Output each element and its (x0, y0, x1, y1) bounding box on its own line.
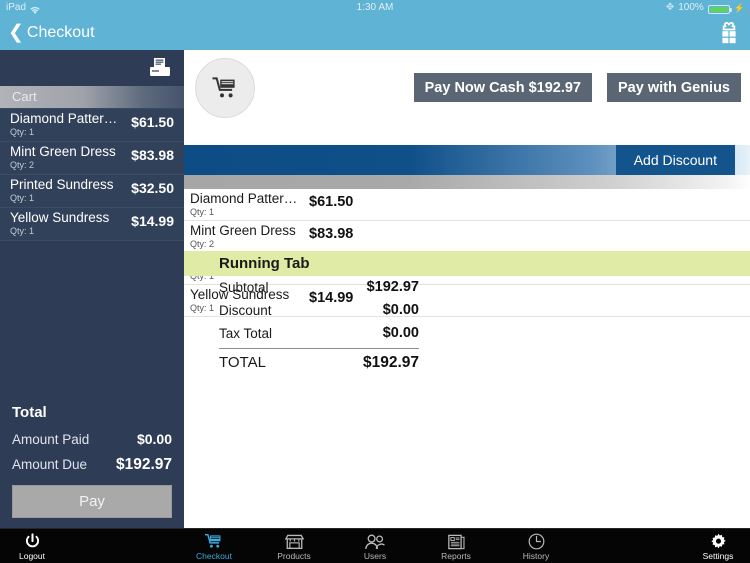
clock-icon (528, 532, 545, 550)
sidebar-totals: Total Amount Paid $0.00 Amount Due $192.… (0, 398, 184, 528)
nav-bar: ❮ Checkout (0, 16, 750, 50)
receipt-item[interactable]: Mint Green Dress Qty: 2 $83.98 (184, 221, 750, 253)
receipt-item-amount: $61.50 (309, 194, 354, 210)
status-bar-right: ✥ 100% ⚡ (666, 0, 745, 16)
cart-list-item[interactable]: Yellow Sundress Qty: 1 $14.99 (0, 208, 184, 241)
amount-paid-label: Amount Paid (12, 432, 90, 447)
amount-paid-value: $0.00 (136, 431, 172, 447)
subtotal-label: Subtotal (219, 280, 269, 295)
tab-users[interactable]: Users (339, 529, 411, 563)
cart-item-amount: $83.98 (131, 147, 174, 163)
amount-due-value: $192.97 (115, 456, 172, 473)
tab-reports-label: Reports (441, 551, 471, 561)
discount-row: Discount $0.00 (219, 299, 419, 322)
subtotal-value: $192.97 (366, 279, 419, 295)
totals-title: Total (12, 404, 47, 421)
shopping-cart-icon (204, 532, 225, 550)
cart-item-list: Diamond Patter… Qty: 1 $61.50 Mint Green… (0, 108, 184, 241)
chevron-left-icon: ❮ (8, 21, 24, 43)
amount-due-label: Amount Due (12, 457, 88, 472)
grand-total-row: TOTAL $192.97 (219, 351, 419, 374)
cart-list-item[interactable]: Printed Sundress Qty: 1 $32.50 (0, 175, 184, 208)
tab-checkout-label: Checkout (196, 551, 232, 561)
tab-logout-label: Logout (19, 551, 45, 561)
discount-bar: Add Discount (184, 145, 750, 175)
receipt-item-qty: Qty: 1 (190, 207, 215, 217)
running-tab-header: Running Tab (184, 251, 750, 276)
main-toolbar: Pay Now Cash $192.97 Pay with Genius (184, 50, 750, 145)
receipt-item-name: Mint Green Dress (190, 223, 296, 238)
running-tab-body: Subtotal $192.97 Discount $0.00 Tax Tota… (184, 276, 750, 374)
tab-products[interactable]: Products (258, 529, 330, 563)
tab-logout[interactable]: Logout (0, 529, 64, 563)
battery-icon (707, 4, 732, 14)
subtotal-row: Subtotal $192.97 (219, 276, 419, 299)
store-icon (284, 532, 304, 550)
receipt-item-qty: Qty: 2 (190, 239, 215, 249)
pos-checkout-screen: iPad 1:30 AM ✥ 100% ⚡ ❮ Checkout Cart Di… (0, 0, 750, 563)
gift-button[interactable] (716, 21, 742, 45)
cart-item-amount: $61.50 (131, 114, 174, 130)
amount-paid-row: Amount Paid $0.00 (12, 427, 172, 452)
users-icon (364, 532, 386, 550)
tax-total-row: Tax Total $0.00 (219, 322, 419, 345)
add-discount-button[interactable]: Add Discount (615, 145, 735, 175)
power-icon (24, 532, 41, 550)
battery-percent-label: 100% (678, 2, 704, 13)
tax-total-value: $0.00 (382, 325, 419, 341)
totals-divider (219, 348, 419, 349)
tab-settings[interactable]: Settings (686, 529, 750, 563)
grand-total-label: TOTAL (219, 354, 266, 371)
printer-icon (150, 58, 170, 76)
cart-list-item[interactable]: Diamond Patter… Qty: 1 $61.50 (0, 109, 184, 142)
print-button[interactable] (148, 57, 172, 79)
status-bar-time: 1:30 AM (356, 2, 394, 13)
bluetooth-icon: ✥ (665, 2, 675, 13)
cart-item-amount: $14.99 (131, 213, 174, 229)
gear-icon (710, 532, 727, 550)
cart-header: Cart (0, 86, 184, 108)
pay-button[interactable]: Pay (12, 485, 172, 518)
cart-sidebar: Cart Diamond Patter… Qty: 1 $61.50 Mint … (0, 50, 184, 528)
back-button[interactable]: ❮ Checkout (8, 16, 95, 50)
amount-due-row: Amount Due $192.97 (12, 452, 172, 477)
gradient-divider (184, 175, 750, 189)
grand-total-value: $192.97 (362, 354, 419, 371)
cart-avatar-button[interactable] (195, 58, 255, 118)
tab-checkout[interactable]: Checkout (178, 529, 250, 563)
discount-label: Discount (219, 303, 272, 318)
sidebar-toolbar (0, 50, 184, 86)
charging-bolt-icon: ⚡ (733, 3, 745, 13)
tab-reports[interactable]: Reports (420, 529, 492, 563)
shopping-cart-icon (212, 77, 235, 98)
tax-total-label: Tax Total (219, 326, 273, 341)
tab-users-label: Users (363, 551, 387, 561)
receipt-item[interactable]: Diamond Patter… Qty: 1 $61.50 (184, 189, 750, 221)
tab-settings-label: Settings (702, 551, 734, 561)
tab-history-label: History (522, 551, 550, 561)
main-panel: Pay Now Cash $192.97 Pay with Genius Add… (184, 50, 750, 528)
discount-value: $0.00 (382, 302, 419, 318)
pay-with-genius-button[interactable]: Pay with Genius (607, 73, 741, 102)
gift-icon (722, 21, 736, 44)
receipt-item-amount: $83.98 (309, 226, 354, 242)
cart-list-item[interactable]: Mint Green Dress Qty: 2 $83.98 (0, 142, 184, 175)
nav-title: Checkout (26, 24, 95, 41)
document-icon (447, 532, 465, 550)
pay-now-cash-button[interactable]: Pay Now Cash $192.97 (413, 73, 592, 102)
cart-item-amount: $32.50 (131, 180, 174, 196)
receipt-item-name: Diamond Patter… (190, 191, 298, 206)
status-bar: iPad 1:30 AM ✥ 100% ⚡ (0, 0, 750, 16)
bottom-tab-bar: Logout Checkout Products Users Reports H… (0, 528, 750, 563)
tab-history[interactable]: History (500, 529, 572, 563)
tab-products-label: Products (277, 551, 311, 561)
